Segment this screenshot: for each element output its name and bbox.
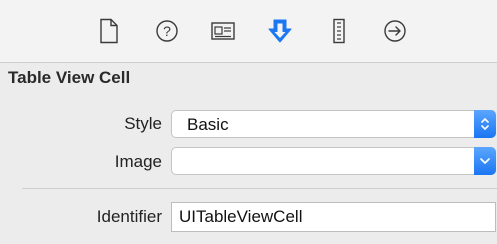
quick-help-inspector-tab[interactable]: ?: [151, 15, 183, 47]
style-popup[interactable]: Basic: [171, 110, 496, 138]
updown-chevron-icon: [474, 110, 496, 138]
id-card-icon: [211, 22, 235, 40]
inspector-toolbar: ?: [0, 0, 497, 63]
size-inspector-tab[interactable]: [323, 15, 355, 47]
divider: [22, 188, 497, 189]
file-icon: [100, 18, 118, 44]
image-combo[interactable]: [171, 147, 496, 175]
style-label: Style: [124, 114, 162, 133]
ruler-icon: [333, 18, 345, 44]
identifier-field[interactable]: [171, 202, 496, 232]
identity-inspector-tab[interactable]: [207, 15, 239, 47]
image-label: Image: [114, 152, 162, 171]
attributes-arrow-icon: [268, 19, 292, 43]
svg-text:?: ?: [163, 23, 171, 39]
style-value: Basic: [187, 115, 229, 134]
connections-inspector-tab[interactable]: [379, 15, 411, 47]
question-circle-icon: ?: [156, 20, 178, 42]
section-title: Table View Cell: [8, 68, 131, 87]
attributes-inspector-tab[interactable]: [264, 15, 296, 47]
identifier-label: Identifier: [96, 207, 162, 226]
file-inspector-tab[interactable]: [93, 15, 125, 47]
chevron-down-icon[interactable]: [474, 147, 496, 175]
arrow-circle-icon: [384, 20, 406, 42]
